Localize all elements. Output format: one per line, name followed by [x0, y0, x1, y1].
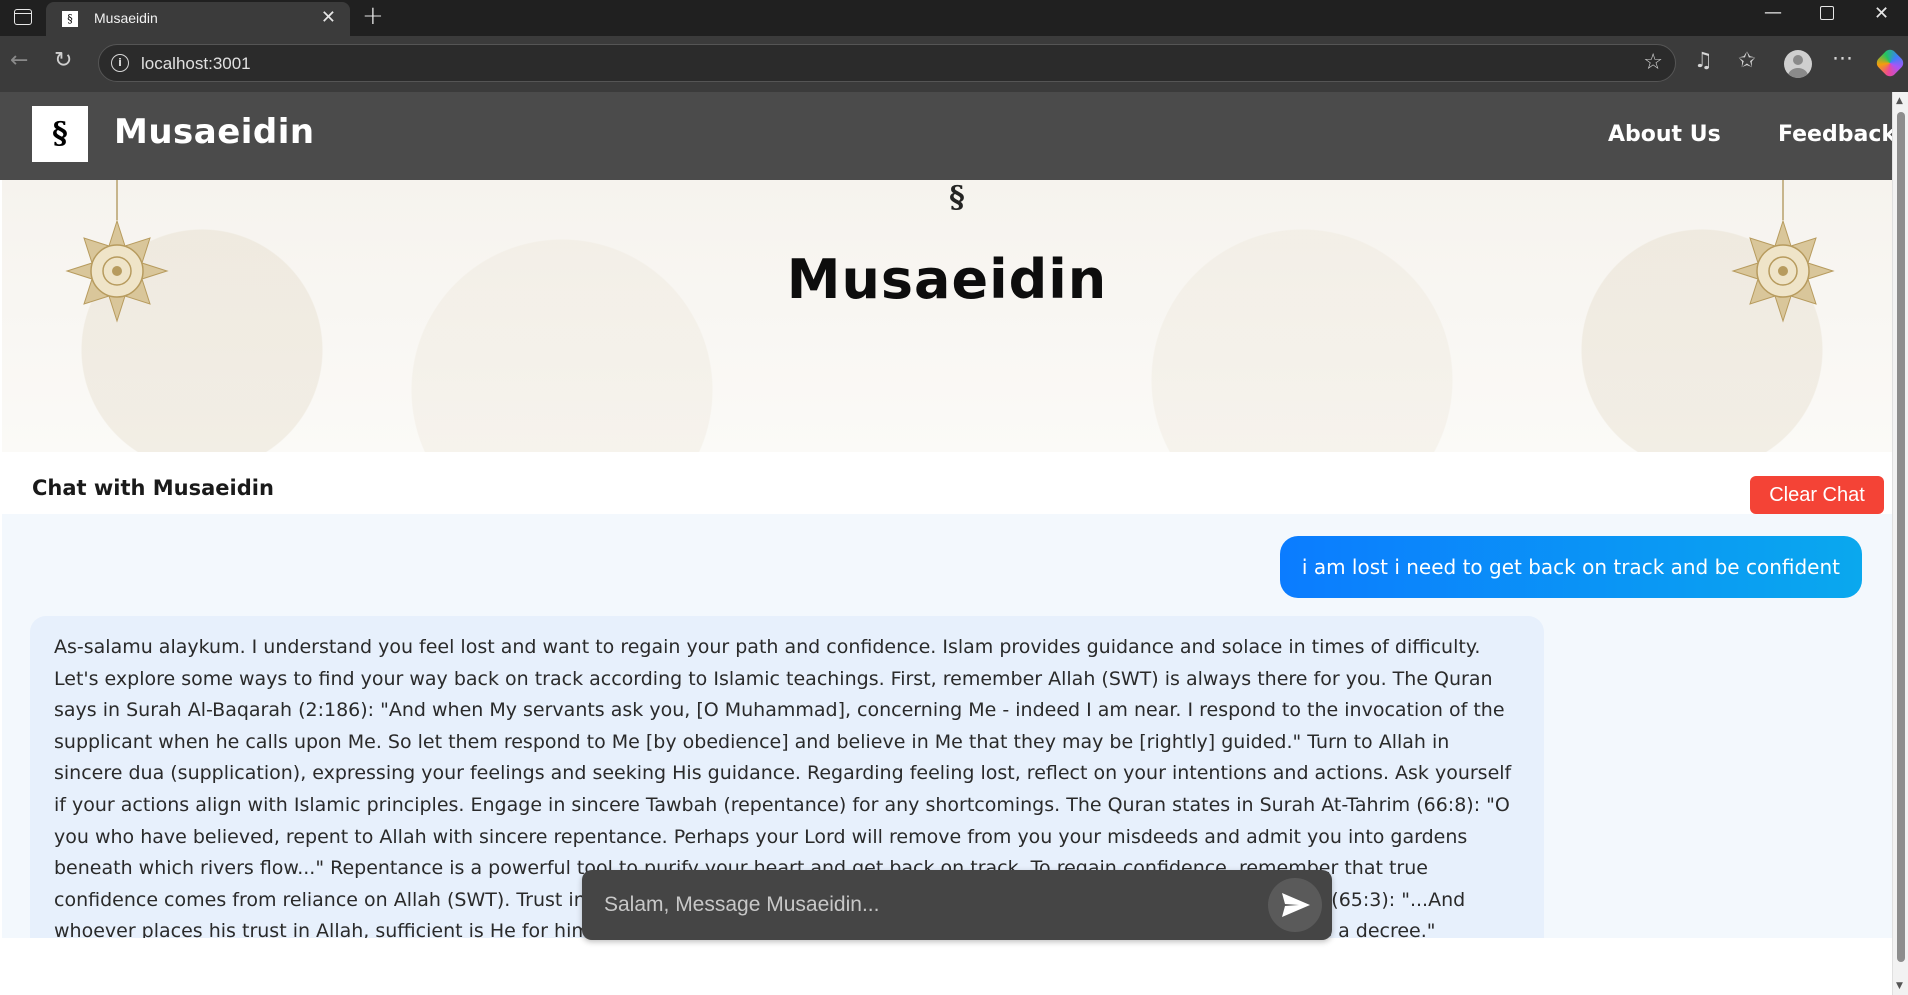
- user-message: i am lost i need to get back on track an…: [1279, 536, 1862, 598]
- clear-chat-button[interactable]: Clear Chat: [1750, 476, 1884, 514]
- chat-header: Chat with Musaeidin Clear Chat: [0, 452, 1892, 514]
- window-close-icon[interactable]: ✕: [1874, 3, 1889, 24]
- plus-icon[interactable]: +: [362, 1, 384, 31]
- browser-tab-bar: § Musaeidin ✕ + — ✕: [0, 0, 1908, 36]
- music-icon[interactable]: ♫: [1694, 48, 1713, 72]
- tab-title: Musaeidin: [94, 10, 158, 26]
- hero-title: Musaeidin: [786, 248, 1108, 311]
- message-composer: [582, 870, 1332, 940]
- nav-feedback-link[interactable]: Feedback: [1778, 122, 1896, 147]
- scroll-up-icon[interactable]: ▲: [1896, 96, 1903, 106]
- scrollbar-thumb[interactable]: [1897, 112, 1905, 962]
- send-button[interactable]: [1268, 878, 1322, 932]
- page-viewport: § Musaeidin About Us Feedback § Musaeidi…: [0, 92, 1908, 995]
- window-icon[interactable]: [14, 9, 32, 25]
- info-icon[interactable]: i: [111, 54, 129, 72]
- back-arrow-icon[interactable]: ←: [10, 48, 28, 73]
- lantern-string: [1782, 180, 1784, 220]
- page-footer-area: [0, 938, 1892, 995]
- copilot-icon[interactable]: [1874, 47, 1906, 79]
- hero-logo-icon: §: [949, 180, 965, 215]
- nav-about-link[interactable]: About Us: [1608, 122, 1721, 147]
- close-icon[interactable]: ✕: [321, 7, 336, 28]
- scroll-down-icon[interactable]: ▼: [1896, 981, 1903, 991]
- browser-tab[interactable]: § Musaeidin ✕: [46, 2, 350, 36]
- url-field[interactable]: i localhost:3001 ☆: [98, 44, 1676, 82]
- page-scrollbar[interactable]: ▲ ▼: [1892, 92, 1908, 995]
- tab-favicon-icon: §: [62, 11, 78, 27]
- address-bar: ← ↻ i localhost:3001 ☆ ♫ ✩ ⋯: [0, 36, 1908, 92]
- send-icon: [1282, 893, 1310, 917]
- brand-name[interactable]: Musaeidin: [114, 112, 315, 152]
- minimize-icon[interactable]: —: [1764, 2, 1782, 23]
- chat-title: Chat with Musaeidin: [32, 476, 274, 500]
- profile-icon[interactable]: [1784, 50, 1812, 78]
- url-text[interactable]: localhost:3001: [141, 54, 251, 74]
- maximize-icon[interactable]: [1820, 6, 1834, 20]
- reload-icon[interactable]: ↻: [54, 48, 72, 73]
- more-icon[interactable]: ⋯: [1832, 46, 1853, 70]
- logo-icon[interactable]: §: [32, 106, 88, 162]
- star-icon[interactable]: ☆: [1643, 50, 1663, 75]
- favorites-icon[interactable]: ✩: [1738, 48, 1756, 72]
- hero-banner: § Musaeidin: [2, 180, 1892, 452]
- site-navbar: § Musaeidin About Us Feedback: [0, 92, 1896, 180]
- lantern-string: [116, 180, 118, 220]
- message-input[interactable]: [604, 870, 1244, 940]
